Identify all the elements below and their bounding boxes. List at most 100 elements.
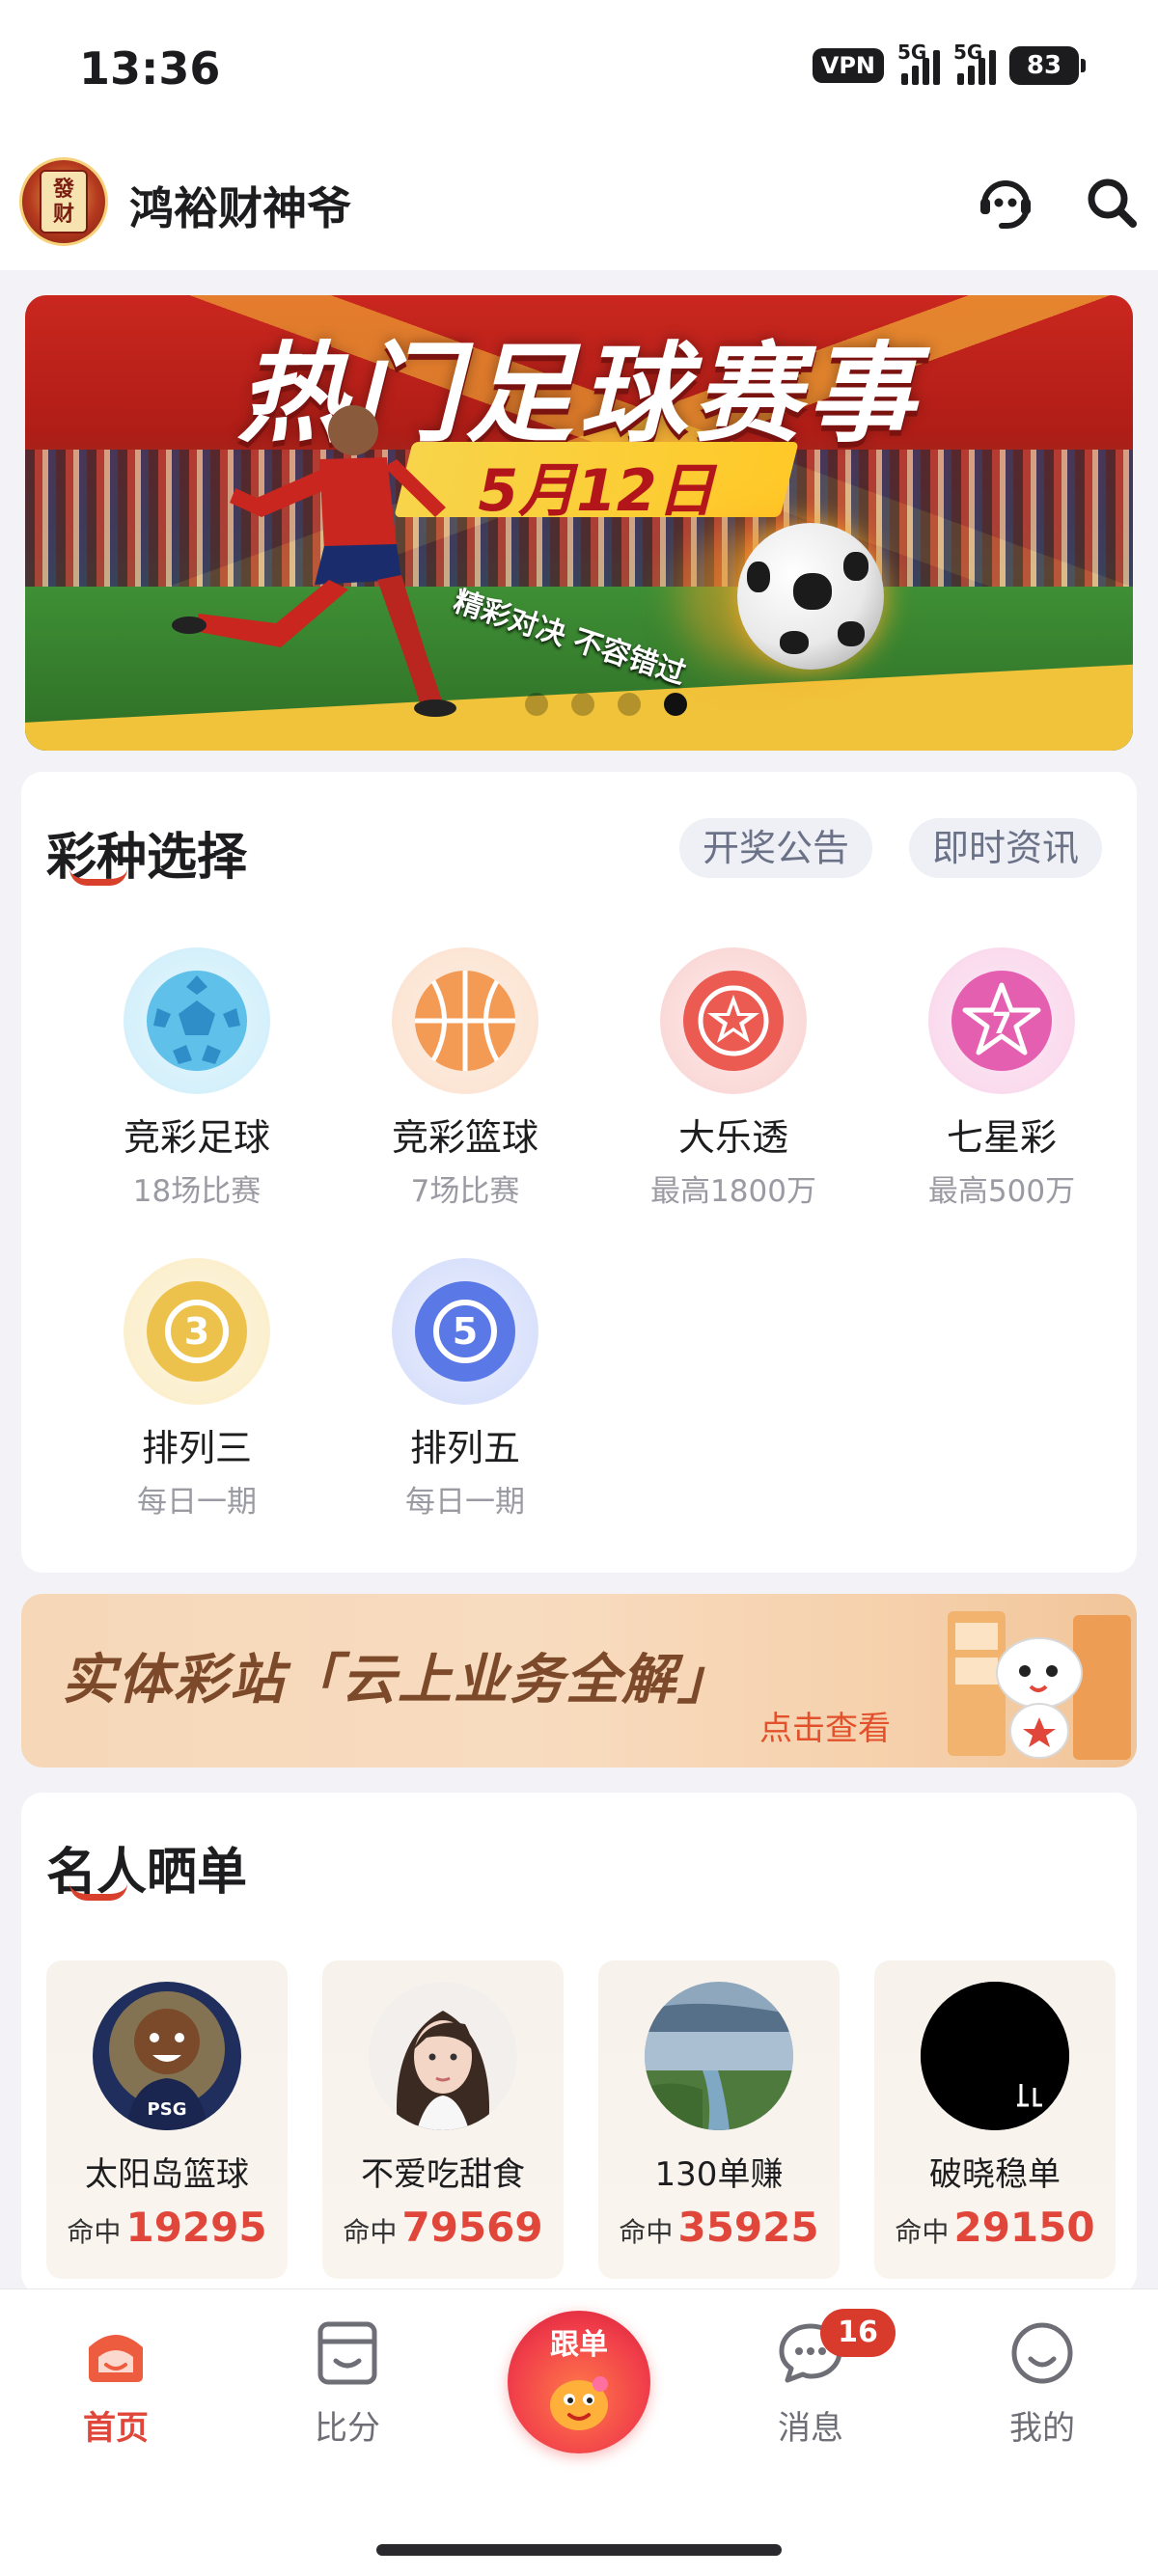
svg-text:PSG: PSG: [148, 2099, 187, 2120]
battery-icon: 83: [1009, 46, 1086, 85]
hit-label: 命中: [67, 2216, 122, 2248]
lottery-name: 竞彩篮球: [391, 1116, 538, 1159]
title-underline: [69, 868, 127, 886]
lottery-sub: 每日一期: [405, 1485, 525, 1520]
celebrity-name: 太阳岛篮球: [85, 2155, 249, 2194]
lottery-item-jczq[interactable]: 竞彩足球 18场比赛: [71, 947, 322, 1210]
signal-label-2: 5G: [953, 41, 983, 64]
lottery-name: 七星彩: [946, 1116, 1057, 1159]
bottom-nav: 首页 比分 跟单 消息 16 我的: [0, 2288, 1158, 2576]
celebrity-item[interactable]: 破晓稳单 命中 29150: [874, 1960, 1116, 2279]
app-avatar[interactable]: 發 财: [19, 157, 108, 246]
carousel-dots[interactable]: [525, 693, 687, 716]
lottery-item-jclq[interactable]: 竞彩篮球 7场比赛: [340, 947, 591, 1210]
lottery-name: 竞彩足球: [123, 1116, 270, 1159]
title-underline: [69, 1883, 127, 1901]
celebrity-name: 破晓稳单: [929, 2155, 1061, 2194]
app-title: 鸿裕财神爷: [129, 182, 351, 234]
soccer-ball-image: [737, 523, 884, 670]
vpn-badge: VPN: [812, 48, 884, 83]
follow-bet-label: 跟单: [550, 2328, 608, 2362]
lottery-name: 大乐透: [677, 1116, 788, 1159]
lottery-name: 排列五: [409, 1427, 520, 1469]
status-icons: VPN 5G 5G 83: [812, 41, 1086, 85]
mascot-image: [948, 1611, 1131, 1760]
signal-label: 5G: [897, 41, 927, 64]
hit-label: 命中: [343, 2216, 398, 2248]
nav-profile[interactable]: 我的: [965, 2318, 1119, 2449]
lottery-sub: 18场比赛: [132, 1174, 262, 1209]
avatar: PSG: [93, 1982, 241, 2130]
signal-icon-2: 5G: [953, 41, 996, 85]
hit-count: 命中 79569: [322, 2204, 564, 2251]
avatar: [369, 1982, 517, 2130]
avatar: [645, 1982, 793, 2130]
status-time: 13:36: [79, 42, 221, 95]
lottery-selection-card: 彩种选择 开奖公告 即时资讯 竞彩足球 18场比赛 竞彩篮球 7场比赛 大乐透 …: [21, 772, 1137, 1573]
celebrity-item[interactable]: 130单赚 命中 35925: [598, 1960, 840, 2279]
carousel-dot[interactable]: [618, 693, 641, 716]
customer-service-icon[interactable]: [975, 172, 1036, 233]
celebrity-item[interactable]: 不爱吃甜食 命中 79569: [322, 1960, 564, 2279]
draw-notice-button[interactable]: 开奖公告: [679, 818, 873, 878]
hit-number: 79569: [401, 2204, 543, 2251]
carousel-dot[interactable]: [571, 693, 594, 716]
hit-label: 命中: [619, 2216, 674, 2248]
avatar: [921, 1982, 1069, 2130]
lottery-item-dlt[interactable]: 大乐透 最高1800万: [608, 947, 859, 1210]
hit-number: 29150: [953, 2204, 1095, 2251]
promo-title: 实体彩站「云上业务全解」: [62, 1649, 733, 1712]
soccer-ball-icon: [124, 947, 270, 1094]
lottery-sub: 最高1800万: [650, 1174, 816, 1209]
avatar-emblem: 發 财: [40, 170, 88, 233]
lottery-item-pl3[interactable]: 3 排列三 每日一期: [71, 1258, 322, 1521]
nav-home[interactable]: 首页: [39, 2318, 193, 2449]
home-indicator[interactable]: [376, 2544, 782, 2556]
hit-number: 35925: [677, 2204, 819, 2251]
nav-label: 比分: [315, 2409, 380, 2448]
hero-banner[interactable]: 热门足球赛事 5月12日 精彩对决 不容错过: [25, 295, 1133, 751]
celebrity-item[interactable]: PSG 太阳岛篮球 命中 19295: [46, 1960, 288, 2279]
nav-follow-bet[interactable]: 跟单: [508, 2311, 650, 2453]
lottery-name: 排列三: [141, 1427, 252, 1469]
live-news-button[interactable]: 即时资讯: [909, 818, 1103, 878]
lottery-item-pl5[interactable]: 5 排列五 每日一期: [340, 1258, 591, 1521]
football-player-image: [172, 405, 456, 717]
number-five-icon: 5: [392, 1258, 538, 1405]
lottery-item-qxc[interactable]: 7 七星彩 最高500万: [876, 947, 1127, 1210]
hit-label: 命中: [895, 2216, 950, 2248]
hit-number: 19295: [125, 2204, 267, 2251]
lottery-sub: 每日一期: [137, 1485, 257, 1520]
carousel-dot[interactable]: [525, 693, 548, 716]
nav-score[interactable]: 比分: [270, 2318, 425, 2449]
celebrity-name: 不爱吃甜食: [361, 2155, 525, 2194]
nav-label: 首页: [83, 2409, 149, 2448]
app-header: 發 财 鸿裕财神爷: [0, 145, 1158, 270]
nav-label: 我的: [1009, 2409, 1075, 2448]
hit-count: 命中 29150: [874, 2204, 1116, 2251]
avatar-char-2: 财: [52, 202, 74, 227]
svg-text:5: 5: [453, 1310, 478, 1353]
svg-text:3: 3: [184, 1310, 209, 1353]
nav-label: 消息: [778, 2409, 843, 2448]
celebrity-name: 130单赚: [654, 2155, 784, 2194]
basketball-icon: [392, 947, 538, 1094]
promo-banner[interactable]: 实体彩站「云上业务全解」 点击查看: [21, 1594, 1137, 1768]
avatar-char-1: 發: [52, 177, 74, 202]
lottery-sub: 最高500万: [927, 1174, 1076, 1209]
star-ball-icon: [660, 947, 807, 1094]
hit-count: 命中 35925: [598, 2204, 840, 2251]
profile-icon: [1011, 2322, 1073, 2384]
lottery-sub: 7场比赛: [410, 1174, 520, 1209]
home-icon: [89, 2335, 143, 2382]
promo-view-link[interactable]: 点击查看: [759, 1702, 891, 1749]
seven-star-icon: 7: [928, 947, 1075, 1094]
follow-bet-icon: [550, 2376, 608, 2430]
number-three-icon: 3: [124, 1258, 270, 1405]
status-bar: 13:36 VPN 5G 5G 83: [0, 0, 1158, 145]
hit-count: 命中 19295: [46, 2204, 288, 2251]
search-icon[interactable]: [1081, 172, 1143, 233]
score-icon: [317, 2321, 377, 2385]
message-count-badge: 16: [820, 2309, 896, 2357]
carousel-dot-active[interactable]: [664, 693, 687, 716]
